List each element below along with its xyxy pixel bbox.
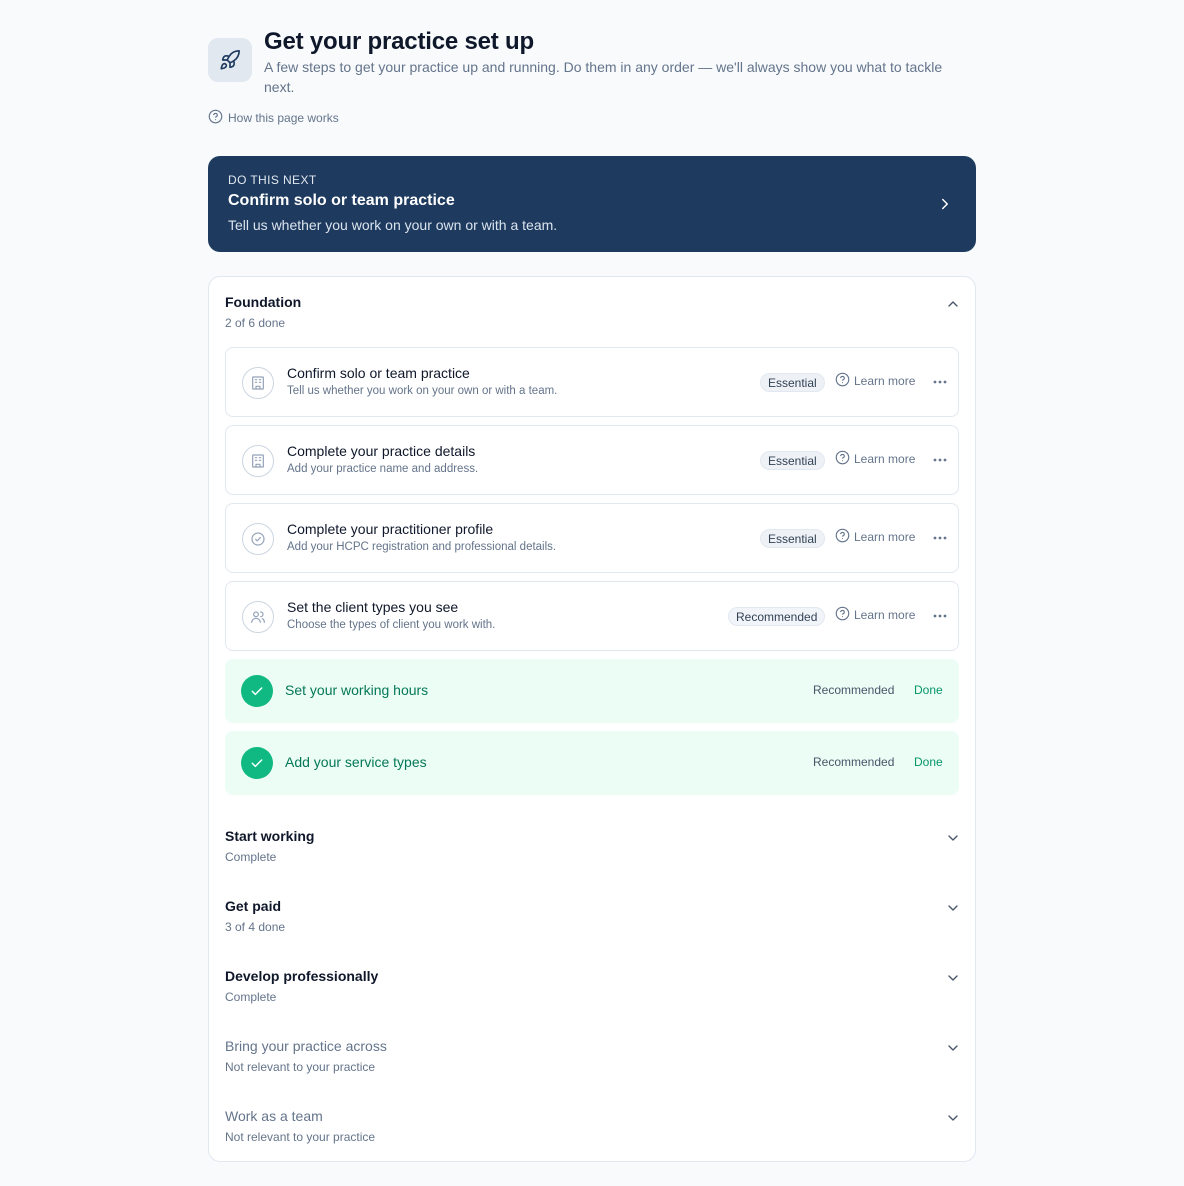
learn-more-link[interactable]: Learn more — [835, 372, 915, 390]
help-circle-icon — [835, 528, 850, 546]
priority-badge: Essential — [760, 529, 825, 548]
users-icon — [242, 601, 274, 633]
task-card[interactable]: Complete your practitioner profile Add y… — [225, 503, 959, 573]
section-title: Bring your practice across — [225, 1038, 387, 1054]
help-circle-icon — [208, 109, 223, 127]
priority-badge: Recommended — [813, 683, 895, 697]
section-bring-practice-across[interactable]: Bring your practice across Not relevant … — [225, 1038, 961, 1088]
section-get-paid[interactable]: Get paid 3 of 4 done — [225, 898, 961, 948]
completed-task-row[interactable]: Add your service types Recommended Done — [225, 731, 959, 795]
task-title: Set your working hours — [285, 682, 429, 698]
task-card[interactable]: Complete your practice details Add your … — [225, 425, 959, 495]
chevron-down-icon — [945, 830, 961, 851]
learn-more-link[interactable]: Learn more — [835, 450, 915, 468]
section-foundation-header[interactable]: Foundation 2 of 6 done — [225, 294, 961, 344]
section-status: Not relevant to your practice — [225, 1130, 376, 1144]
badge-check-icon — [242, 523, 274, 555]
task-title: Confirm solo or team practice — [287, 365, 470, 381]
priority-badge: Essential — [760, 451, 825, 470]
task-description: Choose the types of client you work with… — [287, 619, 496, 631]
chevron-down-icon — [945, 1040, 961, 1061]
check-circle-icon — [241, 675, 273, 707]
learn-more-label: Learn more — [854, 452, 916, 466]
learn-more-label: Learn more — [854, 608, 916, 622]
section-title: Work as a team — [225, 1108, 323, 1124]
next-step-title: Confirm solo or team practice — [228, 192, 455, 209]
section-title: Get paid — [225, 898, 282, 914]
how-page-works-label: How this page works — [228, 111, 339, 125]
building-icon — [242, 445, 274, 477]
section-status: 3 of 4 done — [225, 920, 286, 934]
page-header: Get your practice set up A few steps to … — [208, 28, 976, 98]
more-options-icon[interactable] — [930, 606, 950, 626]
task-description: Add your practice name and address. — [287, 463, 479, 475]
priority-badge: Essential — [760, 373, 825, 392]
task-description: Tell us whether you work on your own or … — [287, 385, 558, 397]
chevron-down-icon — [945, 970, 961, 991]
next-step-card[interactable]: DO THIS NEXT Confirm solo or team practi… — [208, 156, 976, 252]
task-title: Set the client types you see — [287, 599, 459, 615]
section-title: Start working — [225, 828, 315, 844]
task-title: Complete your practice details — [287, 443, 476, 459]
completed-task-row[interactable]: Set your working hours Recommended Done — [225, 659, 959, 723]
setup-panel: Foundation 2 of 6 done Confirm solo or t… — [208, 276, 976, 1162]
learn-more-label: Learn more — [854, 530, 916, 544]
check-circle-icon — [241, 747, 273, 779]
more-options-icon[interactable] — [930, 372, 950, 392]
building-icon — [242, 367, 274, 399]
next-step-description: Tell us whether you work on your own or … — [228, 217, 558, 233]
how-page-works-link[interactable]: How this page works — [208, 109, 339, 127]
section-start-working[interactable]: Start working Complete — [225, 828, 961, 878]
task-card[interactable]: Set the client types you see Choose the … — [225, 581, 959, 651]
learn-more-label: Learn more — [854, 374, 916, 388]
chevron-right-icon — [936, 195, 954, 218]
task-description: Add your HCPC registration and professio… — [287, 541, 557, 553]
chevron-down-icon — [945, 1110, 961, 1131]
next-step-eyebrow: DO THIS NEXT — [228, 173, 317, 187]
chevron-down-icon — [945, 900, 961, 921]
priority-badge: Recommended — [813, 755, 895, 769]
section-progress: 2 of 6 done — [225, 316, 286, 330]
section-status: Not relevant to your practice — [225, 1060, 376, 1074]
learn-more-link[interactable]: Learn more — [835, 606, 915, 624]
chevron-up-icon — [945, 296, 961, 317]
page-subtitle: A few steps to get your practice up and … — [264, 59, 943, 95]
help-circle-icon — [835, 450, 850, 468]
page-title: Get your practice set up — [264, 28, 534, 55]
section-status: Complete — [225, 850, 277, 864]
help-circle-icon — [835, 372, 850, 390]
section-develop-professionally[interactable]: Develop professionally Complete — [225, 968, 961, 1018]
task-title: Complete your practitioner profile — [287, 521, 494, 537]
status-label: Done — [914, 755, 943, 769]
section-work-as-team[interactable]: Work as a team Not relevant to your prac… — [225, 1108, 961, 1158]
more-options-icon[interactable] — [930, 450, 950, 470]
section-title: Foundation — [225, 294, 302, 310]
section-status: Complete — [225, 990, 277, 1004]
help-circle-icon — [835, 606, 850, 624]
section-title: Develop professionally — [225, 968, 379, 984]
status-label: Done — [914, 683, 943, 697]
task-card[interactable]: Confirm solo or team practice Tell us wh… — [225, 347, 959, 417]
rocket-icon — [208, 38, 252, 82]
learn-more-link[interactable]: Learn more — [835, 528, 915, 546]
priority-badge: Recommended — [728, 607, 826, 626]
task-title: Add your service types — [285, 754, 427, 770]
more-options-icon[interactable] — [930, 528, 950, 548]
